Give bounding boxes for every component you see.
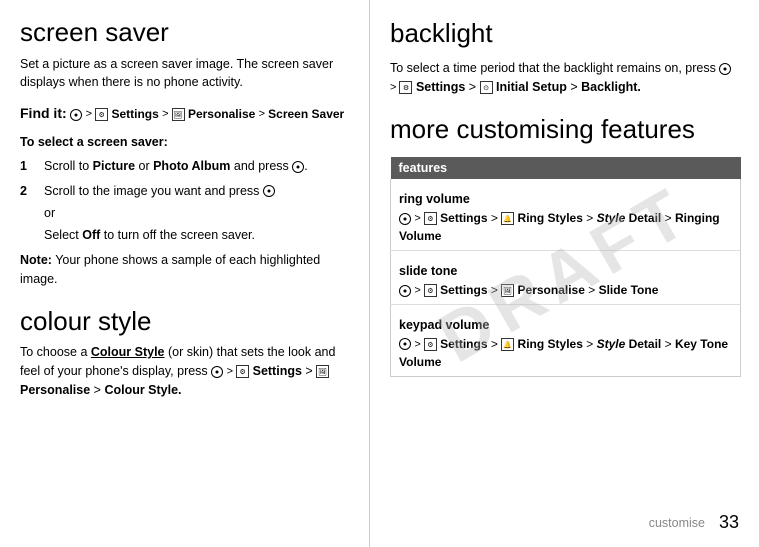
footer-word: customise xyxy=(649,516,705,530)
initial-setup-icon: ⊙ xyxy=(480,81,493,94)
step-1-num: 1 xyxy=(20,157,34,176)
personalise-icon-1: 🖼 xyxy=(172,108,185,121)
ring-styles-icon-2: 🔔 xyxy=(501,338,514,351)
settings-label-1: Settings xyxy=(111,107,162,121)
settings-icon-6: ⚙ xyxy=(424,338,437,351)
settings-icon-1: ⚙ xyxy=(95,108,108,121)
step-2-num: 2 xyxy=(20,182,34,201)
or-label: or xyxy=(44,206,351,220)
center-btn-icon-8 xyxy=(399,338,411,350)
backlight-intro: To select a time period that the backlig… xyxy=(390,59,741,97)
steps-list: 1 Scroll to Picture or Photo Album and p… xyxy=(20,157,351,201)
select-heading: To select a screen saver: xyxy=(20,135,351,149)
right-column: backlight To select a time period that t… xyxy=(370,0,759,547)
personalise-icon-2: 🖼 xyxy=(316,365,329,378)
find-it-path: > ⚙ Settings > 🖼 Personalise > Screen Sa… xyxy=(70,107,344,121)
slide-tone-name: slide tone xyxy=(399,256,732,281)
note-text: Note: Your phone shows a sample of each … xyxy=(20,251,351,289)
find-it-label: Find it: xyxy=(20,105,67,121)
colour-style-title: colour style xyxy=(20,307,351,336)
table-row: slide tone > ⚙ Settings > 🖼 Personalise … xyxy=(391,250,741,304)
personalise-icon-3: 🖼 xyxy=(501,284,514,297)
center-btn-icon-6 xyxy=(399,213,411,225)
settings-icon-3: ⚙ xyxy=(399,81,412,94)
step-1-text: Scroll to Picture or Photo Album and pre… xyxy=(44,157,308,176)
center-btn-icon-3 xyxy=(263,185,275,197)
select-off-text: Select Off to turn off the screen saver. xyxy=(44,226,351,245)
table-row: keypad volume > ⚙ Settings > 🔔 Ring Styl… xyxy=(391,304,741,376)
screen-saver-title: screen saver xyxy=(20,18,351,47)
arrow-icon-1: > xyxy=(86,108,95,120)
table-row: ring volume > ⚙ Settings > 🔔 Ring Styles… xyxy=(391,179,741,250)
screen-saver-label: Screen Saver xyxy=(268,107,344,121)
colour-style-intro: To choose a Colour Style (or skin) that … xyxy=(20,343,351,399)
center-button-icon xyxy=(70,109,82,121)
table-header: features xyxy=(391,157,741,179)
ring-volume-name: ring volume xyxy=(399,184,732,209)
ring-volume-path: > ⚙ Settings > 🔔 Ring Styles > Style Det… xyxy=(399,209,732,245)
slide-tone-path: > ⚙ Settings > 🖼 Personalise > Slide Ton… xyxy=(399,281,732,299)
step-1: 1 Scroll to Picture or Photo Album and p… xyxy=(20,157,351,176)
page-number: 33 xyxy=(719,512,739,533)
page-footer: customise 33 xyxy=(649,512,739,533)
keypad-volume-name: keypad volume xyxy=(399,310,732,335)
arrow-icon-2: > xyxy=(162,108,171,120)
center-btn-icon-5 xyxy=(719,63,731,75)
personalise-label-1: Personalise xyxy=(188,107,259,121)
arrow-icon-3: > xyxy=(259,108,268,120)
screen-saver-intro: Set a picture as a screen saver image. T… xyxy=(20,55,351,93)
step-2: 2 Scroll to the image you want and press xyxy=(20,182,351,201)
left-column: screen saver Set a picture as a screen s… xyxy=(0,0,370,547)
keypad-volume-path: > ⚙ Settings > 🔔 Ring Styles > Style Det… xyxy=(399,335,732,371)
features-table: features ring volume > ⚙ Settings > 🔔 Ri… xyxy=(390,157,741,376)
settings-icon-4: ⚙ xyxy=(424,212,437,225)
settings-icon-5: ⚙ xyxy=(424,284,437,297)
find-it-section: Find it: > ⚙ Settings > 🖼 Personalise > … xyxy=(20,102,351,125)
more-features-title: more customising features xyxy=(390,115,741,144)
center-btn-icon-4 xyxy=(211,366,223,378)
step-2-text: Scroll to the image you want and press xyxy=(44,182,275,201)
colour-style-section: colour style To choose a Colour Style (o… xyxy=(20,307,351,400)
center-btn-icon-7 xyxy=(399,285,411,297)
center-btn-icon-2 xyxy=(292,161,304,173)
ring-styles-icon-1: 🔔 xyxy=(501,212,514,225)
backlight-title: backlight xyxy=(390,18,741,49)
settings-icon-2: ⚙ xyxy=(236,365,249,378)
